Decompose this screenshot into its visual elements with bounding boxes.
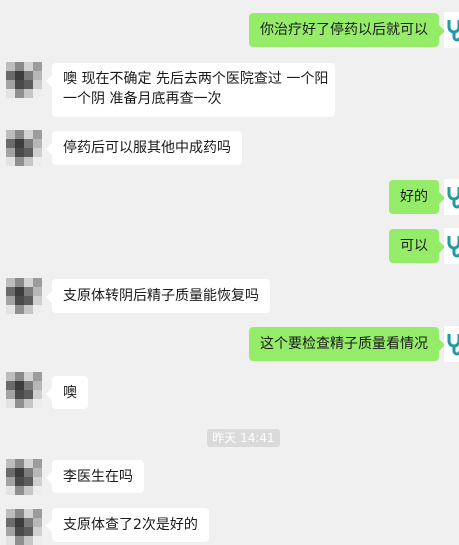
doctor-avatar[interactable]: [444, 326, 459, 362]
stethoscope-icon: [447, 334, 459, 356]
message-line: 噢 现在不确定 先后去两个医院查过 一个阳: [63, 71, 329, 87]
message-bubble[interactable]: 支原体转阴后精子质量能恢复吗: [46, 279, 270, 313]
message-bubble[interactable]: 支原体查了2次是好的: [46, 508, 209, 542]
doctor-avatar[interactable]: [444, 228, 459, 264]
message-bubble[interactable]: 李医生在吗: [46, 460, 144, 493]
message-text: 噢: [63, 385, 77, 401]
message-text: 支原体查了2次是好的: [63, 517, 198, 533]
message-text: 支原体转阴后精子质量能恢复吗: [63, 288, 259, 304]
stethoscope-icon: [447, 236, 459, 258]
patient-avatar[interactable]: [6, 459, 42, 495]
doctor-avatar[interactable]: [444, 179, 459, 215]
message-text: 这个要检查精子质量看情况: [260, 336, 428, 352]
message-text: 停药后可以服其他中成药吗: [63, 140, 231, 156]
message-bubble[interactable]: 噢: [46, 376, 88, 409]
message-text: 你治疗好了停药以后就可以: [260, 22, 428, 38]
message-bubble[interactable]: 这个要检查精子质量看情况: [249, 327, 445, 361]
patient-avatar[interactable]: [6, 278, 42, 314]
message-text: 李医生在吗: [63, 469, 133, 485]
message-bubble[interactable]: 你治疗好了停药以后就可以: [249, 13, 445, 47]
message-bubble[interactable]: 可以: [389, 229, 445, 263]
message-bubble[interactable]: 停药后可以服其他中成药吗: [46, 131, 242, 165]
patient-avatar[interactable]: [6, 130, 42, 166]
timestamp-divider: 昨天 14:41: [207, 429, 280, 447]
patient-avatar[interactable]: [6, 509, 42, 545]
patient-avatar[interactable]: [6, 372, 42, 408]
message-bubble[interactable]: 噢 现在不确定 先后去两个医院查过 一个阳 一个阴 准备月底再查一次: [46, 63, 335, 117]
stethoscope-icon: [447, 20, 459, 42]
message-text: 好的: [400, 189, 428, 205]
message-bubble[interactable]: 好的: [389, 180, 445, 214]
stethoscope-icon: [447, 187, 459, 209]
doctor-avatar[interactable]: [444, 12, 459, 48]
message-text: 可以: [400, 238, 428, 254]
patient-avatar[interactable]: [6, 62, 42, 98]
message-line: 一个阴 准备月底再查一次: [63, 91, 222, 107]
